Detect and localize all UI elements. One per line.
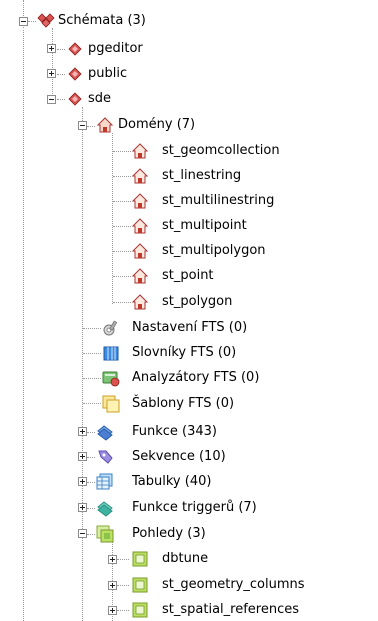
domain-item[interactable]: st_multipoint bbox=[162, 217, 247, 235]
tree-node-label[interactable]: Funkce triggerů (7) bbox=[132, 499, 257, 517]
tree-node-label[interactable]: Analyzátory FTS (0) bbox=[132, 369, 259, 387]
expand-toggle[interactable] bbox=[108, 606, 117, 615]
domains-icon bbox=[96, 117, 114, 133]
domain-item[interactable]: st_polygon bbox=[162, 293, 232, 311]
view-item[interactable]: st_geometry_columns bbox=[162, 576, 305, 594]
tree-node-label[interactable]: Nastavení FTS (0) bbox=[132, 319, 247, 337]
tree-node-label[interactable]: Domény (7) bbox=[118, 116, 195, 134]
schema-icon bbox=[68, 42, 82, 56]
expand-toggle[interactable] bbox=[78, 452, 87, 461]
trigger-functions-icon bbox=[97, 501, 113, 517]
expand-toggle[interactable] bbox=[108, 581, 117, 590]
view-item[interactable]: st_spatial_references bbox=[162, 601, 299, 619]
fts-parser-icon bbox=[102, 371, 120, 387]
domain-icon bbox=[131, 294, 149, 310]
collapse-toggle[interactable] bbox=[47, 95, 56, 104]
view-icon bbox=[132, 602, 148, 618]
fts-template-icon bbox=[102, 395, 120, 413]
tree-node-label[interactable]: Sekvence (10) bbox=[132, 448, 226, 466]
collapse-toggle[interactable] bbox=[19, 17, 28, 26]
views-icon bbox=[96, 525, 114, 543]
functions-icon bbox=[97, 425, 113, 441]
tree-node-label[interactable]: Pohledy (3) bbox=[132, 525, 206, 543]
expand-toggle[interactable] bbox=[47, 44, 56, 53]
domain-item[interactable]: st_multipolygon bbox=[162, 242, 266, 260]
expand-toggle[interactable] bbox=[47, 69, 56, 78]
view-item[interactable]: dbtune bbox=[162, 550, 208, 568]
view-icon bbox=[132, 577, 148, 593]
domain-icon bbox=[131, 268, 149, 284]
tree-node-label[interactable]: Funkce (343) bbox=[132, 423, 217, 441]
tables-icon bbox=[96, 473, 113, 490]
tree-node-label[interactable]: public bbox=[88, 65, 127, 83]
domain-icon bbox=[131, 243, 149, 259]
view-icon bbox=[132, 551, 148, 567]
domain-item[interactable]: st_linestring bbox=[162, 167, 241, 185]
schema-icon bbox=[68, 67, 82, 81]
collapse-toggle[interactable] bbox=[78, 529, 87, 538]
domain-item[interactable]: st_point bbox=[162, 267, 214, 285]
domain-icon bbox=[131, 168, 149, 184]
domain-item[interactable]: st_geomcollection bbox=[162, 142, 280, 160]
expand-toggle[interactable] bbox=[108, 555, 117, 564]
schema-icon bbox=[68, 92, 82, 106]
tree-node-label[interactable]: Tabulky (40) bbox=[132, 473, 211, 491]
domain-icon bbox=[131, 218, 149, 234]
expand-toggle[interactable] bbox=[78, 503, 87, 512]
expand-toggle[interactable] bbox=[78, 427, 87, 436]
sequences-icon bbox=[98, 450, 113, 464]
object-browser-tree: Schémata (3) pgeditor public sde Domény … bbox=[0, 0, 378, 621]
domain-icon bbox=[131, 143, 149, 159]
expand-toggle[interactable] bbox=[78, 477, 87, 486]
collapse-toggle[interactable] bbox=[78, 121, 87, 130]
tree-node-label[interactable]: pgeditor bbox=[88, 40, 143, 58]
domain-icon bbox=[131, 193, 149, 209]
tree-node-label[interactable]: sde bbox=[88, 90, 111, 108]
tree-node-label[interactable]: Slovníky FTS (0) bbox=[132, 344, 236, 362]
tree-node-label[interactable]: Šablony FTS (0) bbox=[132, 395, 234, 413]
fts-configuration-icon bbox=[103, 320, 118, 336]
domain-item[interactable]: st_multilinestring bbox=[162, 192, 274, 210]
fts-dictionary-icon bbox=[103, 346, 119, 361]
schemas-icon bbox=[37, 13, 55, 28]
tree-node-label[interactable]: Schémata (3) bbox=[58, 12, 146, 30]
